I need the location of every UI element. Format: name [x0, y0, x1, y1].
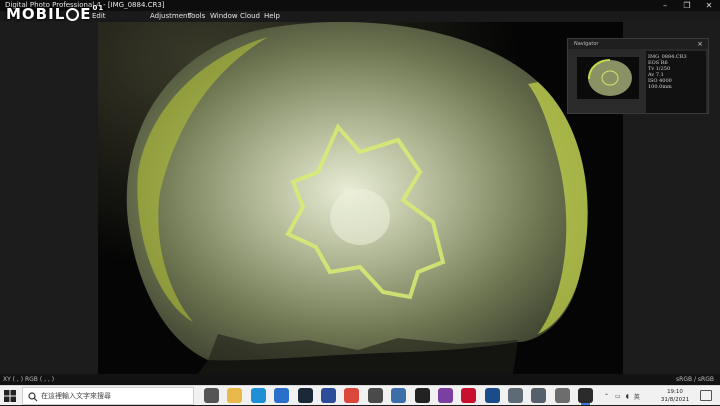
store-icon[interactable] [320, 388, 336, 403]
taskbar-search-box[interactable]: 在這裡輸入文字來搜尋 [22, 387, 194, 405]
dpp-icon[interactable] [578, 388, 594, 405]
menu-cloud[interactable]: Cloud [240, 11, 260, 22]
menu-tools[interactable]: Tools [188, 11, 205, 22]
image-workspace[interactable]: Navigator × IMG_0884.CR3 EOS R6 Tv 1/250… [0, 22, 720, 374]
watermark-superscript: 01 [92, 4, 105, 12]
menu-window[interactable]: Window [210, 11, 238, 22]
windows-start-icon[interactable] [4, 390, 16, 402]
clock-date: 31/8/2021 [660, 397, 690, 403]
file-explorer-icon[interactable] [227, 388, 243, 403]
navigator-thumbnail-image [588, 59, 632, 96]
taskbar-clock[interactable]: 19:10 31/8/2021 [660, 388, 690, 404]
status-coordinates: XY ( , ) RGB ( , , ) [3, 376, 55, 383]
notification-center-icon[interactable] [700, 390, 712, 401]
maximize-button[interactable]: ❐ [676, 0, 698, 11]
app-icon[interactable] [437, 388, 453, 403]
windows-taskbar: 在這裡輸入文字來搜尋 ⌃ ▭ ◖ 英 19:10 31/8/2021 [0, 385, 720, 405]
navigator-title: Navigator [574, 41, 599, 47]
navigator-thumbnail[interactable] [577, 57, 639, 99]
device-icon[interactable] [508, 388, 524, 403]
minimize-button[interactable]: – [654, 0, 676, 11]
pen-tool-icon[interactable] [367, 388, 383, 403]
eos-utility-icon[interactable] [484, 388, 500, 403]
search-icon [28, 392, 38, 402]
main-photo[interactable] [98, 22, 623, 374]
steam-icon[interactable] [297, 388, 313, 403]
system-tray: ⌃ ▭ ◖ 英 [604, 386, 640, 406]
mail-icon[interactable] [274, 388, 290, 403]
chrome-icon[interactable] [344, 388, 360, 403]
info-focal-length: 100.0mm [648, 84, 672, 90]
camera-icon[interactable] [531, 388, 547, 403]
tray-chevron-up-icon[interactable]: ⌃ [604, 393, 609, 400]
menu-help[interactable]: Help [264, 11, 280, 22]
close-button[interactable]: ✕ [698, 0, 720, 11]
image-info-panel: IMG_0884.CR3 EOS R6 Tv 1/250 Av 7.1 ISO … [646, 51, 706, 113]
clock-time: 19:10 [667, 389, 683, 395]
navigator-panel: Navigator × IMG_0884.CR3 EOS R6 Tv 1/250… [567, 38, 709, 114]
navigator-header: Navigator × [568, 39, 708, 49]
storage-icon[interactable] [554, 388, 570, 403]
terminal-icon[interactable] [414, 388, 430, 403]
menu-bar: Edit Adjustment Tools Window Cloud Help [0, 11, 720, 22]
canon-icon[interactable] [461, 388, 477, 403]
watermark-o-icon [66, 7, 80, 21]
menu-adjustment[interactable]: Adjustment [150, 11, 190, 22]
status-color-profile: sRGB / sRGB [676, 376, 714, 383]
search-placeholder: 在這裡輸入文字來搜尋 [41, 392, 111, 400]
navigator-close-button[interactable]: × [697, 39, 703, 49]
status-bar: XY ( , ) RGB ( , , ) sRGB / sRGB [0, 374, 720, 385]
watermark-text-left: MOBIL [6, 5, 66, 23]
task-view-icon[interactable] [204, 388, 219, 403]
tray-network-icon[interactable]: ▭ [615, 393, 621, 400]
lime-slice-photo [98, 22, 623, 374]
taskbar-pinned-apps [204, 388, 602, 405]
window-controls: – ❐ ✕ [654, 0, 720, 11]
edge-icon[interactable] [250, 388, 266, 403]
tray-volume-icon[interactable]: ◖ [626, 393, 629, 400]
watermark-text-right: E [80, 5, 92, 23]
browser-icon[interactable] [391, 388, 407, 403]
tray-input-method[interactable]: 英 [634, 392, 640, 401]
window-titlebar: Digital Photo Professional 4 - [IMG_0884… [0, 0, 720, 11]
mobile01-watermark: MOBIL E 01 [6, 4, 104, 24]
